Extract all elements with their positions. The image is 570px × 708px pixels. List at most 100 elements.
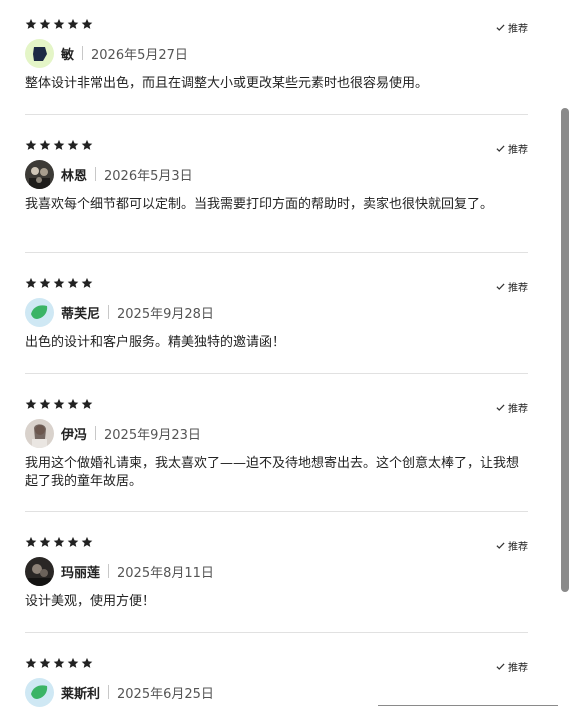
star-icon: [67, 398, 79, 410]
review-text: 整体设计非常出色，而且在调整大小或更改某些元素时也很容易使用。: [25, 76, 429, 91]
check-icon: [496, 23, 505, 32]
recommend-badge: 推荐: [496, 20, 528, 35]
recommend-badge: 推荐: [496, 538, 528, 553]
review-text: 出色的设计和客户服务。精美独特的邀请函！: [25, 335, 286, 350]
divider: [25, 252, 528, 253]
review-author: 莱斯利 2025年6月25日: [25, 677, 214, 707]
reviewer-name: 蒂芙尼: [61, 306, 101, 322]
review-item: 推荐 伊冯 2025年9月23日 我用这个做婚礼请柬，我太喜欢了——迫不及待地想…: [25, 392, 528, 489]
star-icon: [39, 18, 51, 30]
star-icon: [67, 657, 79, 669]
review-date: 2025年9月28日: [117, 306, 214, 322]
recommend-label: 推荐: [508, 145, 528, 156]
star-icon: [53, 277, 65, 289]
separator: [95, 426, 97, 440]
star-icon: [81, 18, 93, 30]
recommend-badge: 推荐: [496, 141, 528, 156]
review-author: 蒂芙尼 2025年9月28日: [25, 297, 214, 327]
star-rating: [25, 536, 93, 548]
star-icon: [25, 277, 37, 289]
star-icon: [53, 398, 65, 410]
star-icon: [81, 398, 93, 410]
recommend-label: 推荐: [508, 663, 528, 674]
check-icon: [496, 403, 505, 412]
star-icon: [53, 536, 65, 548]
avatar[interactable]: [25, 418, 54, 448]
avatar[interactable]: [25, 38, 54, 68]
recommend-label: 推荐: [508, 283, 528, 294]
separator: [108, 564, 110, 578]
review-item: 推荐 莱斯利 2025年6月25日: [25, 651, 528, 707]
review-date: 2026年5月27日: [91, 47, 188, 63]
recommend-label: 推荐: [508, 542, 528, 553]
divider: [25, 511, 528, 512]
review-author: 林恩 2026年5月3日: [25, 159, 193, 189]
divider: [25, 114, 528, 115]
review-date: 2026年5月3日: [104, 168, 193, 184]
recommend-label: 推荐: [508, 404, 528, 415]
check-icon: [496, 282, 505, 291]
divider: [25, 632, 528, 633]
separator: [95, 167, 97, 181]
star-icon: [39, 536, 51, 548]
avatar[interactable]: [25, 297, 54, 327]
star-icon: [39, 277, 51, 289]
review-date: 2025年6月25日: [117, 686, 214, 702]
star-icon: [53, 18, 65, 30]
reviewer-name: 莱斯利: [61, 686, 101, 702]
review-item: 推荐 玛丽莲 2025年8月11日 设计美观，使用方便！: [25, 530, 528, 609]
review-item: 推荐 林恩 2026年5月3日 我喜欢每个细节都可以定制。当我需要打印方面的帮助…: [25, 133, 528, 212]
star-icon: [81, 139, 93, 151]
star-icon: [81, 536, 93, 548]
recommend-badge: 推荐: [496, 279, 528, 294]
reviewer-name: 伊冯: [61, 427, 88, 443]
star-icon: [25, 139, 37, 151]
reviewer-name: 玛丽莲: [61, 565, 101, 581]
star-rating: [25, 657, 93, 669]
recommend-badge: 推荐: [496, 400, 528, 415]
star-rating: [25, 18, 93, 30]
review-item: 推荐 敏 2026年5月27日 整体设计非常出色，而且在调整大小或更改某些元素时…: [25, 12, 528, 91]
review-item: 推荐 蒂芙尼 2025年9月28日 出色的设计和客户服务。精美独特的邀请函！: [25, 271, 528, 350]
reviewer-name: 林恩: [61, 168, 88, 184]
review-author: 玛丽莲 2025年8月11日: [25, 556, 214, 586]
scrollbar-thumb[interactable]: [561, 108, 569, 592]
separator: [108, 305, 110, 319]
check-icon: [496, 662, 505, 671]
star-icon: [53, 139, 65, 151]
divider: [25, 373, 528, 374]
review-text: 我用这个做婚礼请柬，我太喜欢了——迫不及待地想寄出去。这个创意太棒了，让我想起了…: [25, 456, 520, 489]
star-icon: [25, 657, 37, 669]
star-icon: [67, 18, 79, 30]
avatar[interactable]: [25, 556, 54, 586]
avatar[interactable]: [25, 159, 54, 189]
star-rating: [25, 139, 93, 151]
recommend-badge: 推荐: [496, 659, 528, 674]
star-icon: [67, 277, 79, 289]
star-icon: [67, 139, 79, 151]
star-icon: [39, 139, 51, 151]
star-icon: [81, 277, 93, 289]
bottom-edge-line: [378, 705, 558, 706]
star-icon: [25, 536, 37, 548]
star-rating: [25, 398, 93, 410]
star-rating: [25, 277, 93, 289]
star-icon: [53, 657, 65, 669]
review-text: 我喜欢每个细节都可以定制。当我需要打印方面的帮助时，卖家也很快就回复了。: [25, 197, 494, 212]
reviewer-name: 敏: [61, 47, 75, 63]
avatar[interactable]: [25, 677, 54, 707]
recommend-label: 推荐: [508, 24, 528, 35]
star-icon: [81, 657, 93, 669]
review-author: 敏 2026年5月27日: [25, 38, 188, 68]
star-icon: [39, 657, 51, 669]
review-date: 2025年9月23日: [104, 427, 201, 443]
review-text: 设计美观，使用方便！: [25, 594, 156, 609]
check-icon: [496, 541, 505, 550]
check-icon: [496, 144, 505, 153]
star-icon: [67, 536, 79, 548]
star-icon: [39, 398, 51, 410]
star-icon: [25, 398, 37, 410]
separator: [108, 685, 110, 699]
review-date: 2025年8月11日: [117, 565, 214, 581]
review-author: 伊冯 2025年9月23日: [25, 418, 201, 448]
